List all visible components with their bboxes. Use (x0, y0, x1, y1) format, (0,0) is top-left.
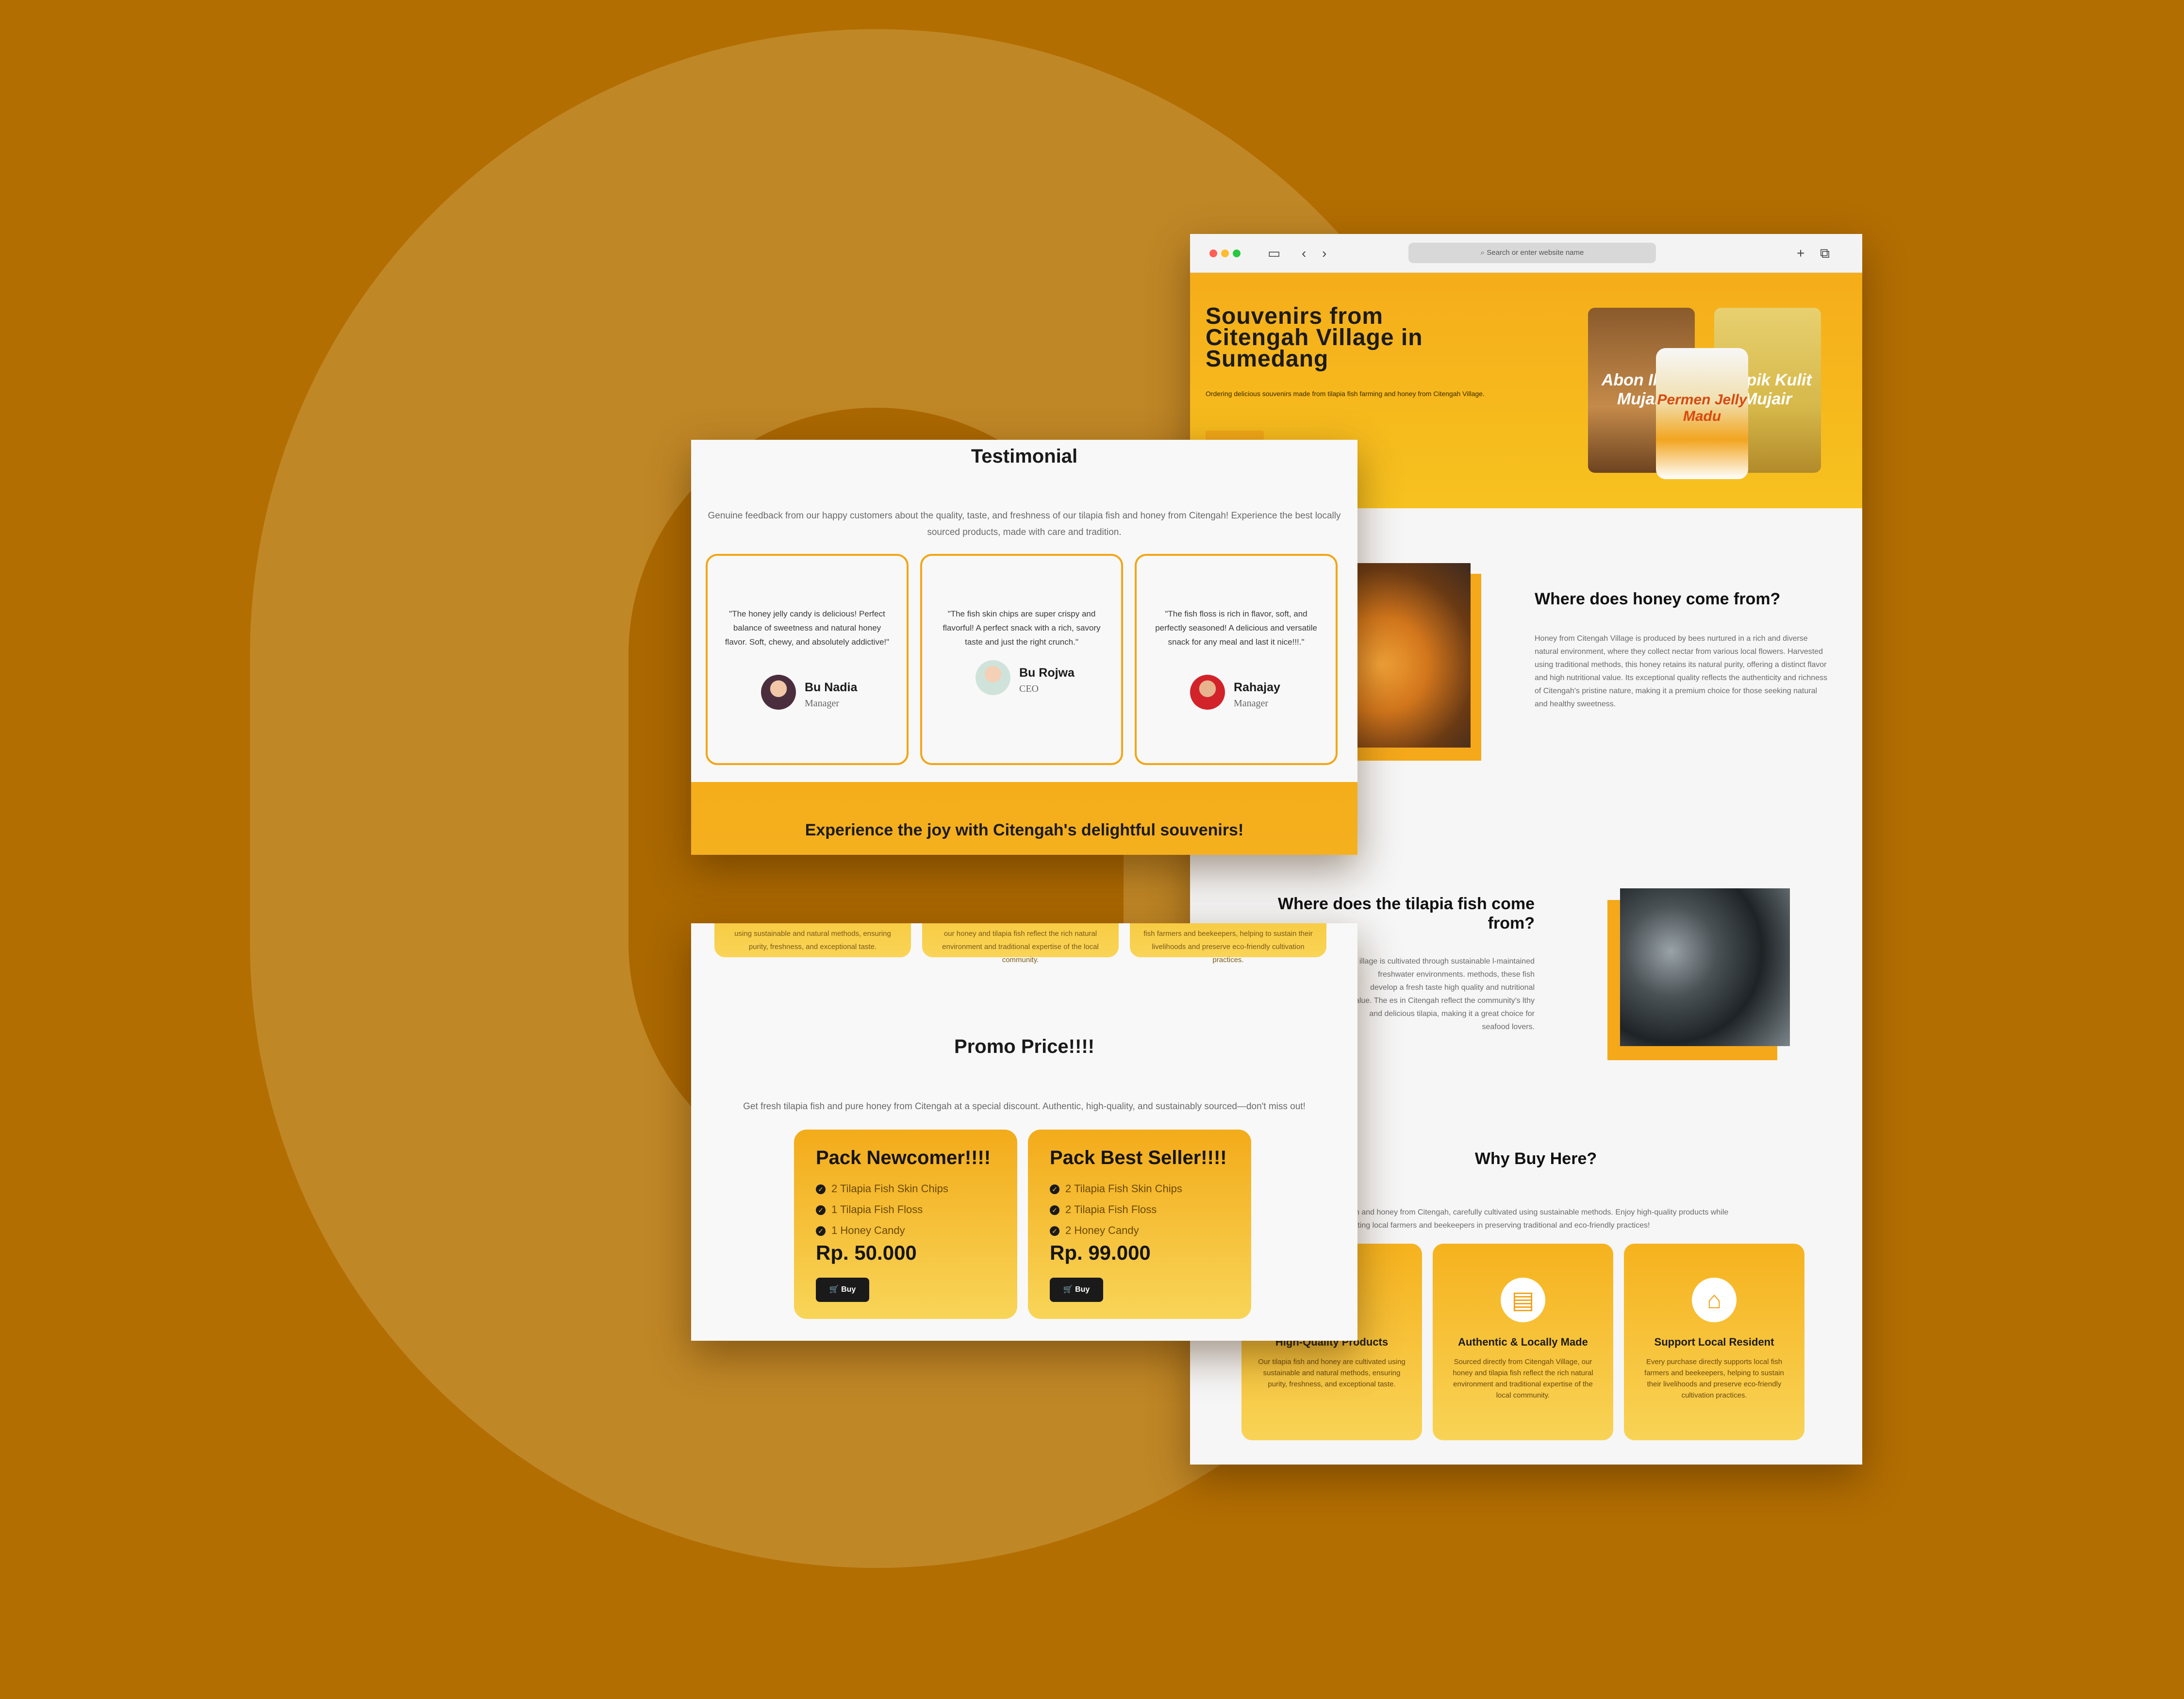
honey-title: Where does honey come from? (1535, 590, 1781, 608)
back-icon[interactable]: ‹ (1302, 245, 1306, 262)
close-window-dot[interactable] (1209, 250, 1217, 257)
check-icon: ✓ (1050, 1226, 1059, 1236)
tabs-overview-icon[interactable]: ⧉ (1820, 245, 1830, 262)
testimonial-quote: "The fish skin chips are super crispy an… (943, 609, 1101, 647)
testimonial-card: "The honey jelly candy is delicious! Per… (706, 554, 909, 765)
promo-panel: using sustainable and natural methods, e… (691, 923, 1357, 1341)
check-icon: ✓ (1050, 1205, 1059, 1216)
reason-text: Our tilapia fish and honey are cultivate… (1258, 1358, 1406, 1388)
hero-title: Souvenirs from Citengah Village in Sumed… (1206, 303, 1423, 372)
testimonial-role: Manager (1234, 698, 1269, 709)
hero-description: Ordering delicious souvenirs made from t… (1206, 390, 1485, 398)
offer-title: Pack Best Seller!!!! (1050, 1147, 1227, 1168)
offer-item-label: 2 Tilapia Fish Floss (1065, 1203, 1157, 1216)
buy-button-label: Buy (1075, 1285, 1090, 1294)
check-icon: ✓ (816, 1184, 826, 1195)
offer-item: ✓ 2 Tilapia Fish Skin Chips (816, 1178, 948, 1199)
offer-item-label: 2 Tilapia Fish Skin Chips (1065, 1183, 1182, 1195)
check-icon: ✓ (816, 1205, 826, 1216)
reason-card-authentic: ▤ Authentic & Locally Made Sourced direc… (1433, 1244, 1613, 1440)
offer-card-newcomer: Pack Newcomer!!!! ✓ 2 Tilapia Fish Skin C… (794, 1130, 1017, 1319)
minimize-window-dot[interactable] (1221, 250, 1229, 257)
reason-card-partial: fish farmers and beekeepers, helping to … (1130, 923, 1326, 964)
offer-item-label: 1 Tilapia Fish Floss (831, 1203, 923, 1216)
offer-card-bestseller: Pack Best Seller!!!! ✓ 2 Tilapia Fish Ski… (1028, 1130, 1251, 1319)
testimonial-quote: "The fish floss is rich in flavor, soft,… (1155, 609, 1317, 647)
new-tab-icon[interactable]: + (1797, 245, 1804, 262)
offer-item: ✓ 2 Tilapia Fish Skin Chips (1050, 1178, 1182, 1199)
reason-card-partial: using sustainable and natural methods, e… (714, 923, 911, 957)
offer-item-label: 2 Tilapia Fish Skin Chips (831, 1183, 948, 1195)
reason-card-support: ⌂ Support Local Resident Every purchase … (1624, 1244, 1804, 1440)
promo-title: Promo Price!!!! (954, 1036, 1094, 1057)
reason-card-partial: our honey and tilapia fish reflect the r… (922, 923, 1119, 964)
offer-item-label: 1 Honey Candy (831, 1224, 905, 1236)
promo-description: Get fresh tilapia fish and pure honey fr… (743, 1101, 1306, 1112)
reason-title: Support Local Resident (1654, 1336, 1774, 1348)
cart-icon: 🛒 (1063, 1285, 1075, 1294)
cta-banner-text: Experience the joy with Citengah's delig… (805, 821, 1244, 839)
store-icon: ▤ (1501, 1278, 1545, 1322)
honey-text: Honey from Citengah Village is produced … (1535, 634, 1828, 708)
buy-button-label: Buy (841, 1285, 856, 1294)
testimonial-name: Bu Nadia (805, 681, 858, 694)
maximize-window-dot[interactable] (1233, 250, 1241, 257)
why-text-line1: h and honey from Citengah, carefully cul… (1355, 1208, 1729, 1216)
sidebar-icon[interactable]: ▭ (1268, 245, 1280, 262)
testimonial-name: Bu Rojwa (1019, 666, 1075, 680)
reason-text: Every purchase directly supports local f… (1644, 1358, 1784, 1399)
buy-button[interactable]: 🛒 Buy (816, 1278, 869, 1302)
testimonial-description: Genuine feedback from our happy customer… (708, 511, 1341, 537)
product-pack-label: Permen Jelly Madu (1657, 392, 1747, 424)
browser-toolbar: ▭ ‹ › ⌕ Search or enter website name + ⧉ (1190, 234, 1862, 273)
testimonial-role: CEO (1019, 683, 1039, 694)
hero-cta-button[interactable] (1206, 431, 1264, 440)
offer-item: ✓ 1 Tilapia Fish Floss (816, 1199, 948, 1220)
product-jar-permen: Permen Jelly Madu (1656, 348, 1748, 479)
check-icon: ✓ (816, 1226, 826, 1236)
offer-items: ✓ 2 Tilapia Fish Skin Chips ✓ 2 Tilapia Fi… (1050, 1178, 1182, 1241)
buy-button[interactable]: 🛒 Buy (1050, 1278, 1103, 1302)
offer-item: ✓ 2 Tilapia Fish Floss (1050, 1199, 1182, 1220)
testimonial-role: Manager (805, 698, 840, 709)
offer-title: Pack Newcomer!!!! (816, 1147, 991, 1168)
avatar (761, 675, 796, 710)
offer-item: ✓ 2 Honey Candy (1050, 1220, 1182, 1241)
testimonial-name: Rahajay (1234, 681, 1280, 694)
reason-text: Sourced directly from Citengah Village, … (1453, 1358, 1593, 1399)
testimonial-card: "The fish floss is rich in flavor, soft,… (1135, 554, 1338, 765)
reason-text: using sustainable and natural methods, e… (734, 930, 891, 951)
offer-price: Rp. 99.000 (1050, 1241, 1151, 1264)
testimonial-title: Testimonial (971, 446, 1078, 467)
testimonial-quote: "The honey jelly candy is delicious! Per… (725, 609, 890, 647)
offer-price: Rp. 50.000 (816, 1241, 917, 1264)
tilapia-text: illage is cultivated through sustainable… (1351, 957, 1535, 1031)
reason-text: fish farmers and beekeepers, helping to … (1143, 930, 1313, 964)
address-bar[interactable]: ⌕ Search or enter website name (1408, 243, 1656, 263)
testimonial-panel: Testimonial Genuine feedback from our ha… (691, 440, 1357, 855)
tilapia-image (1620, 888, 1790, 1046)
cta-banner: Experience the joy with Citengah's delig… (691, 782, 1357, 855)
home-icon: ⌂ (1692, 1278, 1737, 1322)
offer-items: ✓ 2 Tilapia Fish Skin Chips ✓ 1 Tilapia Fi… (816, 1178, 948, 1241)
cart-icon: 🛒 (829, 1285, 842, 1294)
avatar (1190, 675, 1225, 710)
forward-icon[interactable]: › (1322, 245, 1326, 262)
reason-title: Authentic & Locally Made (1458, 1336, 1588, 1348)
why-text-line2: rting local farmers and beekeepers in pr… (1355, 1221, 1650, 1230)
check-icon: ✓ (1050, 1184, 1059, 1195)
testimonial-card: "The fish skin chips are super crispy an… (920, 554, 1123, 765)
reason-text: our honey and tilapia fish reflect the r… (942, 930, 1099, 964)
offer-item: ✓ 1 Honey Candy (816, 1220, 948, 1241)
search-icon: ⌕ (1480, 249, 1487, 257)
offer-item-label: 2 Honey Candy (1065, 1224, 1139, 1236)
address-placeholder: Search or enter website name (1487, 249, 1584, 257)
avatar (976, 660, 1010, 695)
